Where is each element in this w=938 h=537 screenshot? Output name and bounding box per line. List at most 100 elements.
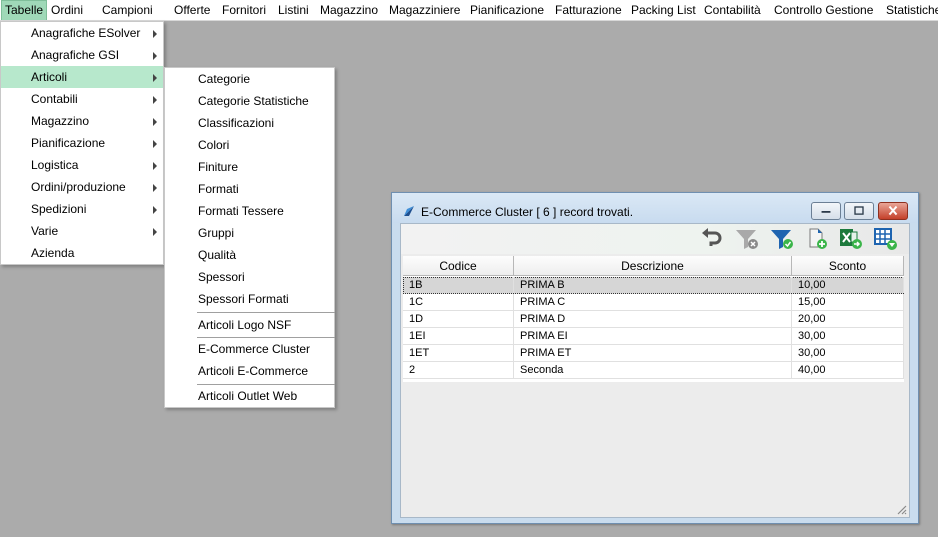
table-row[interactable]: 2 Seconda 40,00 [403,362,904,379]
menu-item-label: Azienda [31,246,75,260]
submenu-item-gruppi[interactable]: Gruppi [165,222,334,244]
cell-descrizione: PRIMA C [514,294,792,310]
submenu-arrow-icon [153,162,157,170]
submenu-item-articoli-outlet-web[interactable]: Articoli Outlet Web [165,385,334,407]
records-grid: Codice Descrizione Sconto 1B PRIMA B 10,… [403,256,904,382]
maximize-button[interactable] [844,202,874,220]
window-toolbar [401,224,909,254]
cell-descrizione: PRIMA EI [514,328,792,344]
table-row[interactable]: 1B PRIMA B 10,00 [403,277,904,294]
column-header-descrizione[interactable]: Descrizione [514,256,792,276]
menu-fatturazione[interactable]: Fatturazione [552,0,625,20]
submenu-item-qualita[interactable]: Qualità [165,244,334,266]
filter-apply-icon[interactable] [769,227,795,251]
menu-bar: Tabelle Ordini Campioni Offerte Fornitor… [0,0,938,21]
minimize-icon [821,211,831,213]
table-row[interactable]: 1C PRIMA C 15,00 [403,294,904,311]
cell-sconto: 30,00 [792,345,904,361]
menu-campioni[interactable]: Campioni [99,0,156,20]
cell-sconto: 40,00 [792,362,904,378]
menu-item-ordini-produzione[interactable]: Ordini/produzione [1,176,163,198]
table-row[interactable]: 1D PRIMA D 20,00 [403,311,904,328]
submenu-item-colori[interactable]: Colori [165,134,334,156]
submenu-item-articoli-logo-nsf[interactable]: Articoli Logo NSF [165,314,334,336]
menu-item-spedizioni[interactable]: Spedizioni [1,198,163,220]
filter-clear-icon[interactable] [734,227,760,251]
menu-item-logistica[interactable]: Logistica [1,154,163,176]
submenu-item-categorie-statistiche[interactable]: Categorie Statistiche [165,90,334,112]
submenu-item-articoli-e-commerce[interactable]: Articoli E-Commerce [165,360,334,382]
menu-item-label: Anagrafiche ESolver [31,26,141,40]
column-header-sconto[interactable]: Sconto [792,256,904,276]
grid-settings-icon[interactable] [873,227,899,251]
menu-packing-list[interactable]: Packing List [628,0,699,20]
submenu-item-formati-tessere[interactable]: Formati Tessere [165,200,334,222]
menu-offerte[interactable]: Offerte [171,0,213,20]
menu-item-label: Anagrafiche GSI [31,48,120,62]
close-icon [888,205,898,216]
menu-contabilita[interactable]: Contabilità [701,0,764,20]
new-record-icon[interactable] [805,227,831,251]
app-icon [404,206,414,216]
menu-fornitori[interactable]: Fornitori [219,0,269,20]
menu-magazzino[interactable]: Magazzino [317,0,381,20]
submenu-arrow-icon [153,74,157,82]
menu-item-label: Articoli [31,70,68,84]
menu-item-label: Magazzino [31,114,90,128]
window-client-area: Codice Descrizione Sconto 1B PRIMA B 10,… [400,223,910,518]
cell-descrizione: PRIMA D [514,311,792,327]
submenu-item-formati[interactable]: Formati [165,178,334,200]
maximize-icon [854,206,864,215]
submenu-arrow-icon [153,118,157,126]
submenu-arrow-icon [153,184,157,192]
menu-item-label: Contabili [31,92,78,106]
menu-statistiche[interactable]: Statistiche [883,0,938,20]
menu-item-label: Ordini/produzione [31,180,126,194]
undo-icon[interactable] [699,227,725,251]
menu-item-magazzino[interactable]: Magazzino [1,110,163,132]
cell-codice: 1D [403,311,514,327]
menu-item-label: Varie [31,224,59,238]
menu-item-anagrafiche-gsi[interactable]: Anagrafiche GSI [1,44,163,66]
window-titlebar[interactable]: E-Commerce Cluster [ 6 ] record trovati. [392,193,918,223]
menu-listini[interactable]: Listini [275,0,312,20]
menu-item-articoli[interactable]: Articoli [1,66,163,88]
menu-separator [197,312,335,313]
submenu-item-e-commerce-cluster[interactable]: E-Commerce Cluster [165,338,334,360]
column-header-codice[interactable]: Codice [403,256,514,276]
menu-item-anagrafiche-esolver[interactable]: Anagrafiche ESolver [1,22,163,44]
submenu-item-spessori-formati[interactable]: Spessori Formati [165,288,334,310]
cell-codice: 1C [403,294,514,310]
tabelle-dropdown: Anagrafiche ESolver Anagrafiche GSI Arti… [0,21,164,265]
submenu-item-categorie[interactable]: Categorie [165,68,334,90]
menu-pianificazione[interactable]: Pianificazione [467,0,547,20]
menu-item-label: Pianificazione [31,136,106,150]
menu-tabelle[interactable]: Tabelle [1,0,48,20]
table-row[interactable]: 1EI PRIMA EI 30,00 [403,328,904,345]
submenu-arrow-icon [153,140,157,148]
submenu-arrow-icon [153,96,157,104]
cell-sconto: 15,00 [792,294,904,310]
cell-sconto: 20,00 [792,311,904,327]
menu-item-contabili[interactable]: Contabili [1,88,163,110]
submenu-item-spessori[interactable]: Spessori [165,266,334,288]
menu-item-pianificazione[interactable]: Pianificazione [1,132,163,154]
submenu-arrow-icon [153,52,157,60]
menu-magazziniere[interactable]: Magazziniere [386,0,463,20]
menu-ordini[interactable]: Ordini [48,0,86,20]
submenu-item-finiture[interactable]: Finiture [165,156,334,178]
menu-controllo-gestione[interactable]: Controllo Gestione [771,0,876,20]
cell-descrizione: PRIMA ET [514,345,792,361]
minimize-button[interactable] [811,202,841,220]
resize-grip-icon[interactable] [895,503,907,515]
cell-sconto: 30,00 [792,328,904,344]
menu-item-azienda[interactable]: Azienda [1,242,163,264]
menu-item-label: Logistica [31,158,79,172]
excel-export-icon[interactable] [838,227,864,251]
submenu-item-classificazioni[interactable]: Classificazioni [165,112,334,134]
close-button[interactable] [878,202,908,220]
cell-codice: 1ET [403,345,514,361]
menu-item-label: Spedizioni [31,202,87,216]
table-row[interactable]: 1ET PRIMA ET 30,00 [403,345,904,362]
menu-item-varie[interactable]: Varie [1,220,163,242]
